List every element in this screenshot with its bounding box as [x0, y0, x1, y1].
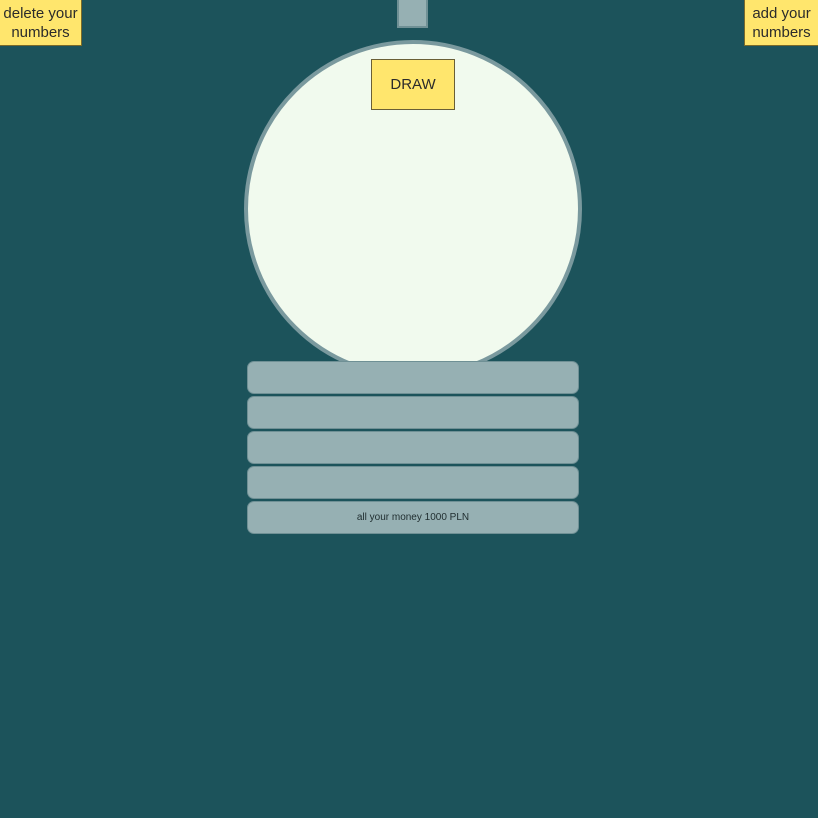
draw-button-label: DRAW — [390, 76, 436, 93]
add-numbers-label: add your numbers — [752, 4, 811, 41]
machine-top-stub — [397, 0, 428, 28]
number-slot-2 — [247, 396, 579, 429]
delete-numbers-button[interactable]: delete your numbers — [0, 0, 82, 46]
number-slot-4 — [247, 466, 579, 499]
machine-base: all your money 1000 PLN — [247, 361, 579, 536]
delete-numbers-label: delete your numbers — [3, 4, 78, 41]
add-numbers-button[interactable]: add your numbers — [744, 0, 818, 46]
money-display: all your money 1000 PLN — [247, 501, 579, 534]
number-slot-3 — [247, 431, 579, 464]
number-slot-1 — [247, 361, 579, 394]
money-text: all your money 1000 PLN — [356, 512, 470, 523]
draw-button[interactable]: DRAW — [371, 59, 455, 110]
